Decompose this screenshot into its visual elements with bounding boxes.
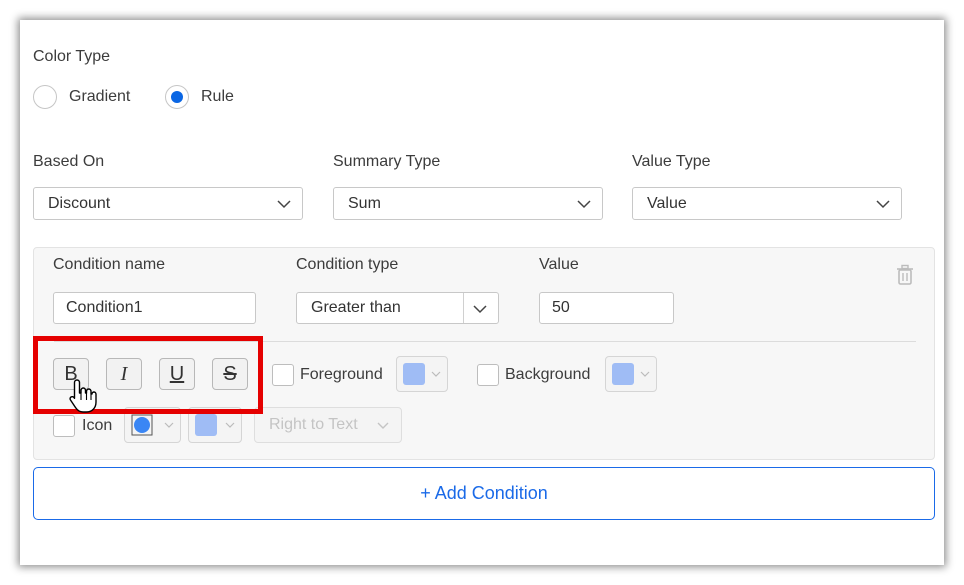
value-type-value: Value <box>647 194 687 212</box>
radio-gradient-label: Gradient <box>69 88 131 105</box>
condition-value-input[interactable]: 50 <box>539 292 674 324</box>
foreground-swatch <box>403 363 425 385</box>
chevron-down-icon <box>277 200 291 209</box>
underline-button[interactable]: U <box>159 358 195 390</box>
chevron-down-icon <box>431 371 441 377</box>
underline-label: U <box>169 362 185 385</box>
color-type-label: Color Type <box>33 48 111 65</box>
condition-value-text: 50 <box>552 299 570 316</box>
icon-shape-picker[interactable] <box>124 407 181 443</box>
foreground-label: Foreground <box>300 366 383 383</box>
icon-position-value: Right to Text <box>269 416 358 433</box>
value-type-label: Value Type <box>632 153 711 170</box>
divider <box>54 341 916 342</box>
strikethrough-button[interactable]: S <box>212 358 248 390</box>
condition-card: Condition name Condition type Value Cond… <box>33 247 935 460</box>
value-type-dropdown[interactable]: Value <box>632 187 902 220</box>
trash-icon[interactable] <box>896 264 914 286</box>
icon-label: Icon <box>82 417 113 434</box>
radio-rule[interactable]: Rule <box>165 85 234 109</box>
italic-label: I <box>120 362 128 385</box>
condition-value-label: Value <box>539 256 579 273</box>
chevron-down-icon <box>164 422 174 428</box>
chevron-down-icon <box>577 200 591 209</box>
condition-type-dropdown[interactable]: Greater than <box>296 292 499 324</box>
icon-color-swatch <box>195 414 217 436</box>
condition-type-label: Condition type <box>296 256 399 273</box>
based-on-value: Discount <box>48 194 111 212</box>
foreground-color-picker[interactable] <box>396 356 448 392</box>
based-on-label: Based On <box>33 153 105 170</box>
background-checkbox[interactable] <box>477 364 499 386</box>
condition-name-input[interactable]: Condition1 <box>53 292 256 324</box>
icon-color-picker[interactable] <box>188 407 242 443</box>
chevron-down-icon <box>876 200 890 209</box>
chevron-down-icon <box>473 305 487 314</box>
background-swatch <box>612 363 634 385</box>
summary-type-label: Summary Type <box>333 153 441 170</box>
condition-name-value: Condition1 <box>66 299 143 316</box>
radio-gradient[interactable]: Gradient <box>33 85 130 109</box>
icon-position-dropdown: Right to Text <box>254 407 402 443</box>
summary-type-value: Sum <box>348 194 381 212</box>
italic-button[interactable]: I <box>106 358 142 390</box>
icon-checkbox[interactable] <box>53 415 75 437</box>
background-label: Background <box>505 366 591 383</box>
hand-cursor-icon <box>69 379 97 413</box>
circle-icon <box>131 414 153 436</box>
radio-circle[interactable] <box>33 85 57 109</box>
based-on-dropdown[interactable]: Discount <box>33 187 303 220</box>
summary-type-dropdown[interactable]: Sum <box>333 187 603 220</box>
background-color-picker[interactable] <box>605 356 657 392</box>
chevron-down-icon <box>377 422 389 429</box>
condition-name-label: Condition name <box>53 256 166 273</box>
radio-rule-label: Rule <box>201 88 234 105</box>
add-condition-label: + Add Condition <box>420 483 548 503</box>
chevron-down-icon <box>225 422 235 428</box>
radio-circle-selected[interactable] <box>165 85 189 109</box>
chevron-down-icon <box>640 371 650 377</box>
foreground-checkbox[interactable] <box>272 364 294 386</box>
strikethrough-label: S <box>223 362 237 385</box>
conditional-formatting-panel: Color Type Gradient Rule Based On Summar… <box>20 20 944 565</box>
condition-type-value: Greater than <box>311 299 401 316</box>
add-condition-button[interactable]: + Add Condition <box>33 467 935 520</box>
